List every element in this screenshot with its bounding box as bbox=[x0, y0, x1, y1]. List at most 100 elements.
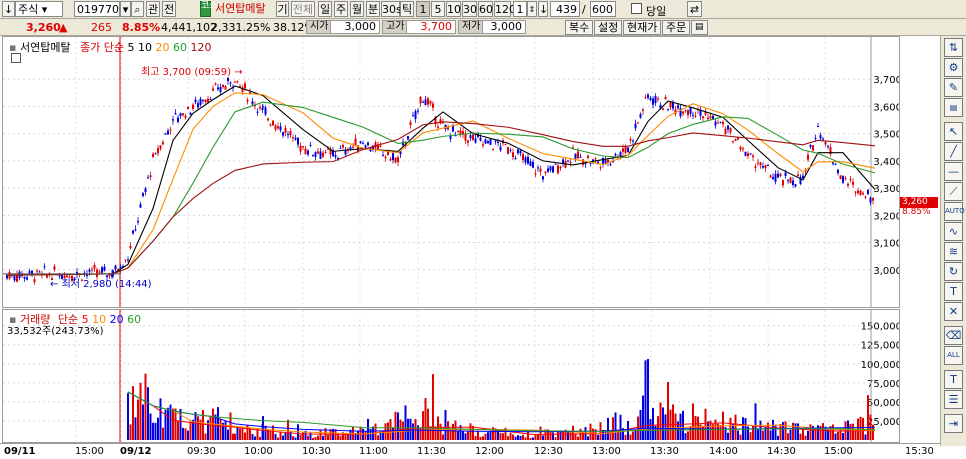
quick-all-button[interactable]: 전체 bbox=[291, 1, 315, 17]
volume-bar bbox=[607, 417, 609, 440]
settings-list-icon[interactable]: ☰ bbox=[944, 390, 963, 409]
volume-bar bbox=[397, 412, 399, 440]
today-checkbox[interactable] bbox=[631, 3, 642, 14]
volume-bar bbox=[737, 430, 739, 440]
open-value: 3,000 bbox=[330, 20, 380, 34]
gi-button[interactable]: 기 bbox=[276, 1, 289, 17]
delete-icon[interactable]: ✕ bbox=[944, 302, 963, 321]
all-button[interactable]: 전 bbox=[162, 1, 176, 17]
trend-line-icon[interactable]: ⟋ bbox=[944, 182, 963, 201]
settings-button[interactable]: 설정 bbox=[594, 20, 623, 35]
volume-bar bbox=[234, 433, 236, 440]
min-10[interactable]: 10 bbox=[446, 1, 461, 17]
rel-button[interactable]: 관 bbox=[146, 1, 160, 17]
volume-bar bbox=[251, 434, 254, 440]
min-1[interactable]: 1 bbox=[416, 1, 430, 17]
candle-body bbox=[592, 159, 594, 161]
period-tick[interactable]: 틱 bbox=[400, 1, 414, 17]
indicator-icon[interactable]: ⚙ bbox=[944, 58, 963, 77]
period-minute[interactable]: 분 bbox=[366, 1, 380, 17]
up-arrow-icon: ▲ bbox=[59, 21, 68, 34]
eraser-icon[interactable]: ⌫ bbox=[944, 326, 963, 345]
candle-body bbox=[299, 145, 302, 152]
volume-bar bbox=[704, 408, 707, 440]
candle-body bbox=[33, 279, 36, 283]
volume-summary: 33,532주(243.73%) bbox=[7, 326, 104, 337]
wave-icon[interactable]: ∿ bbox=[944, 222, 963, 241]
price-legend-prefix: 종가 단순 bbox=[80, 41, 125, 54]
price-panel[interactable]: 3,700 3,600 3,500 3,400 3,300 3,200 3,100 3,000… bbox=[2, 36, 938, 308]
volume-bar bbox=[549, 431, 552, 440]
code-dropdown-icon[interactable]: ▾ bbox=[120, 1, 131, 17]
candle-body bbox=[339, 147, 342, 149]
period-week[interactable]: 주 bbox=[334, 1, 348, 17]
period-30s[interactable]: 30s bbox=[381, 1, 402, 17]
min-5[interactable]: 5 bbox=[431, 1, 445, 17]
candle-body bbox=[88, 269, 91, 272]
period-day[interactable]: 일 bbox=[318, 1, 332, 17]
candle-body bbox=[277, 126, 279, 129]
volume-bar bbox=[727, 432, 729, 440]
total-input[interactable]: 600 bbox=[590, 1, 616, 17]
chart-type-icon[interactable]: ⇄ bbox=[687, 1, 702, 17]
market-select[interactable]: 주식 ▾ bbox=[15, 1, 63, 17]
candle-body bbox=[667, 108, 669, 110]
volume-bar bbox=[797, 423, 799, 440]
scroll-icon[interactable]: ⇥ bbox=[944, 414, 963, 433]
auto-icon[interactable]: AUTO bbox=[944, 202, 965, 221]
candle-body bbox=[779, 173, 782, 176]
text-tool-icon[interactable]: T bbox=[944, 370, 963, 389]
low-annotation-text: 최저 2,980 (14:44) bbox=[61, 279, 152, 290]
candle-body bbox=[324, 151, 327, 153]
period-month[interactable]: 월 bbox=[350, 1, 364, 17]
candle-body bbox=[794, 184, 797, 187]
min-30[interactable]: 30 bbox=[462, 1, 477, 17]
candle-body bbox=[327, 148, 329, 150]
search-icon[interactable]: ⌕ bbox=[131, 1, 144, 17]
volume-bar bbox=[217, 407, 219, 440]
candle-body bbox=[827, 145, 829, 147]
cycle-icon[interactable]: ↻ bbox=[944, 262, 963, 281]
candle-body bbox=[342, 145, 344, 148]
volume-bar bbox=[679, 413, 682, 440]
down-arrow-button[interactable]: ↓ bbox=[538, 1, 548, 17]
candle-body bbox=[389, 158, 392, 161]
tool-icon[interactable]: ✎ bbox=[944, 78, 963, 97]
time-tick-label: 13:00 bbox=[592, 446, 621, 457]
multi-button[interactable]: 복수 bbox=[565, 20, 594, 35]
count-input[interactable]: 439 bbox=[550, 1, 580, 17]
fib-icon[interactable]: ≋ bbox=[944, 242, 963, 261]
min-120[interactable]: 120 bbox=[494, 1, 516, 17]
panel-option-checkbox[interactable] bbox=[11, 53, 21, 63]
code-input[interactable]: 019770 bbox=[74, 1, 120, 17]
cursor-icon[interactable]: ↖ bbox=[944, 122, 963, 141]
line-icon[interactable]: ╱ bbox=[944, 142, 963, 161]
interval-spinner[interactable]: ⇕ bbox=[527, 1, 537, 17]
candle-body bbox=[822, 138, 824, 140]
volume-panel[interactable]: 150,000 125,000 100,000 75,000 50,000 25,000 … bbox=[2, 309, 900, 443]
nav-arrow-button[interactable]: ↓ bbox=[2, 1, 15, 17]
info-icon[interactable]: ▤ bbox=[944, 98, 963, 117]
horizontal-line-icon[interactable]: — bbox=[944, 162, 963, 181]
order-button[interactable]: 주문 bbox=[662, 20, 691, 35]
text-icon[interactable]: T bbox=[944, 282, 963, 301]
volume-bar bbox=[209, 415, 212, 440]
candle-body bbox=[424, 99, 427, 106]
volume-bar bbox=[154, 422, 157, 440]
interval-input[interactable]: 1 bbox=[513, 1, 527, 17]
volume-bar bbox=[839, 428, 842, 440]
candle-body bbox=[314, 152, 317, 157]
volume-bar bbox=[794, 423, 797, 440]
volume-bar bbox=[752, 425, 754, 440]
layout-icon[interactable]: ▤ bbox=[691, 20, 708, 35]
candle-body bbox=[519, 150, 522, 154]
candle-body bbox=[739, 147, 742, 150]
volume-bar bbox=[357, 430, 359, 440]
current-price-button[interactable]: 현재가 bbox=[623, 20, 662, 35]
erase-all-icon[interactable]: ALL bbox=[944, 346, 963, 365]
candle-body bbox=[479, 137, 482, 141]
volume-bar bbox=[442, 434, 444, 440]
toggle-icon[interactable]: ⇅ bbox=[944, 38, 963, 57]
min-60[interactable]: 60 bbox=[478, 1, 493, 17]
candle-body bbox=[817, 125, 819, 127]
